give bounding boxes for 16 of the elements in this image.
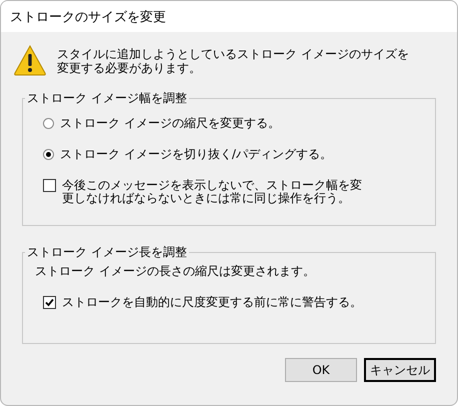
radio-button[interactable]: [43, 118, 54, 129]
warning-icon: [13, 44, 47, 76]
group-title: ストローク イメージ幅を調整: [26, 90, 188, 107]
checkbox[interactable]: [43, 296, 56, 309]
checkbox[interactable]: [43, 179, 56, 192]
ok-button[interactable]: OK: [285, 358, 357, 382]
radio-button[interactable]: [43, 149, 54, 160]
checkbox-label[interactable]: ストロークを自動的に尺度変更する前に常に警告する。: [62, 296, 372, 309]
group-title: ストローク イメージ長を調整: [26, 244, 188, 261]
radio-label[interactable]: ストローク イメージの縮尺を変更する。: [60, 117, 370, 130]
info-text: ストローク イメージの長さの縮尺は変更されます。: [34, 263, 316, 280]
window-title: ストロークのサイズを変更: [10, 8, 166, 26]
checkbox-label[interactable]: 今後このメッセージを表示しないで、ストローク幅を変更しなければならないときには常に同じ操作を行う。: [62, 179, 372, 205]
warning-message: スタイルに追加しようとしているストローク イメージのサイズを変更する必要があります。: [57, 47, 410, 75]
radio-label[interactable]: ストローク イメージを切り抜く/パディングする。: [60, 148, 370, 161]
cancel-button[interactable]: キャンセル: [364, 358, 436, 382]
